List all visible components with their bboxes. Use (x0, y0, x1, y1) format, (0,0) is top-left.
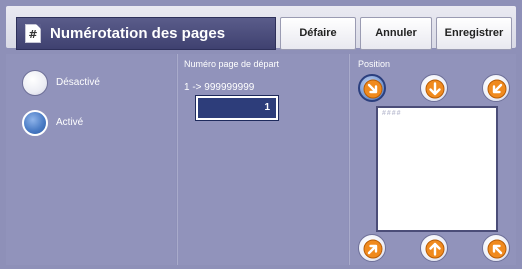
position-bottom-right-button[interactable] (482, 234, 510, 262)
arrow-down-left-icon (487, 79, 507, 99)
save-button[interactable]: Enregistrer (436, 17, 512, 50)
option-off-label: Désactivé (56, 77, 100, 88)
start-page-panel: Numéro page de départ 1 -> 999999999 1 (177, 54, 348, 265)
arrow-down-icon (425, 79, 445, 99)
page-numbering-screen: # Numérotation des pages Défaire Annuler… (0, 0, 522, 269)
arrow-up-icon (425, 239, 445, 259)
start-page-range: 1 -> 999999999 (184, 82, 255, 93)
position-top-right-button[interactable] (482, 74, 510, 102)
page-number-placeholder: #### (382, 110, 402, 117)
page-number-icon: # (25, 24, 41, 43)
arrow-down-right-icon (363, 79, 383, 99)
page-preview: #### (376, 106, 498, 232)
position-bottom-center-button[interactable] (420, 234, 448, 262)
start-page-label: Numéro page de départ (184, 59, 280, 69)
position-panel: Position #### (349, 54, 516, 265)
radio-on[interactable] (22, 110, 48, 136)
start-page-input[interactable]: 1 (195, 95, 279, 121)
arrow-up-right-icon (363, 239, 383, 259)
option-on-label: Activé (56, 117, 84, 128)
radio-off[interactable] (22, 70, 48, 96)
arrow-up-left-icon (487, 239, 507, 259)
position-top-left-button[interactable] (358, 74, 386, 102)
position-bottom-left-button[interactable] (358, 234, 386, 262)
position-label: Position (358, 59, 391, 69)
cancel-button[interactable]: Annuler (360, 17, 432, 50)
title-bar: # Numérotation des pages (16, 17, 276, 50)
header-bar: # Numérotation des pages Défaire Annuler… (6, 6, 516, 50)
page-title: Numérotation des pages (50, 25, 226, 42)
undo-button[interactable]: Défaire (280, 17, 356, 50)
position-top-center-button[interactable] (420, 74, 448, 102)
activation-panel: Désactivé Activé (6, 54, 176, 265)
